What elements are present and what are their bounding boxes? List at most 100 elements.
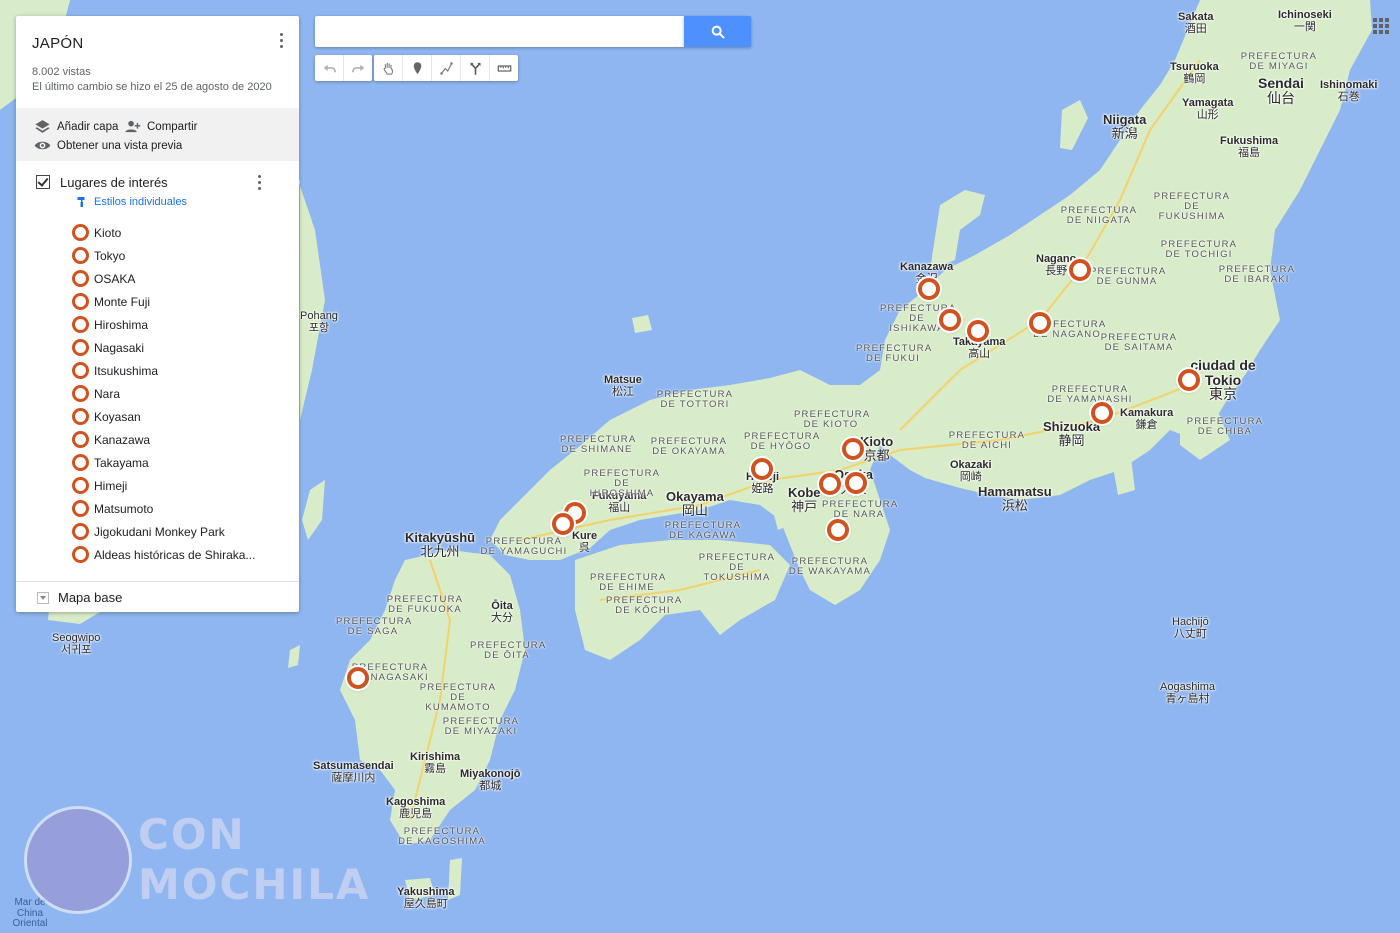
place-marker-jigokudani[interactable] <box>1069 259 1091 281</box>
preview-button[interactable]: Obtener una vista previa <box>34 137 182 154</box>
city-label: Pohang 포항 <box>300 310 338 334</box>
draw-line-button[interactable] <box>432 55 461 81</box>
list-item-place[interactable]: Monte Fuji <box>72 290 283 313</box>
city-kanji: 石巻 <box>1337 90 1360 103</box>
map-options-menu-icon[interactable] <box>271 30 291 50</box>
last-change: El último cambio se hizo el 25 de agosto… <box>32 81 272 93</box>
directions-button[interactable] <box>461 55 490 81</box>
place-marker-koyasan[interactable] <box>827 519 849 541</box>
place-marker-matsumoto[interactable] <box>1029 312 1051 334</box>
place-marker-kioto[interactable] <box>842 438 864 460</box>
place-label: Jigokudani Monkey Park <box>94 524 225 539</box>
list-item-place[interactable]: Hiroshima <box>72 313 283 336</box>
share-button[interactable]: Compartir <box>124 118 197 135</box>
watermark-line1: CON <box>138 810 246 859</box>
panel-actions: Añadir capa Compartir Obtener una vista … <box>16 108 299 161</box>
place-marker-kanazawa[interactable] <box>918 278 940 300</box>
city-kanji: 포항 <box>308 321 330 334</box>
city-name: Kanazawa <box>900 261 954 273</box>
place-label: OSAKA <box>94 271 136 286</box>
circle-marker-icon <box>72 293 89 310</box>
undo-button[interactable] <box>315 55 344 81</box>
city-label: Sakata 酒田 <box>1178 11 1214 35</box>
map-title[interactable]: JAPÓN <box>32 35 283 52</box>
city-kanji: 神戸 <box>791 498 818 514</box>
list-item-place[interactable]: Koyasan <box>72 405 283 428</box>
prefecture-label: PREFECTURA DE FUKUOKA <box>386 594 464 615</box>
expand-arrow-icon[interactable] <box>37 591 49 604</box>
circle-marker-icon <box>72 454 89 471</box>
search-button[interactable] <box>684 16 751 47</box>
apps-grid-icon[interactable] <box>1373 18 1389 34</box>
city-kanji: 酒田 <box>1184 22 1207 35</box>
list-item-place[interactable]: OSAKA <box>72 267 283 290</box>
city-kanji: 姫路 <box>751 482 774 495</box>
place-label: Tokyo <box>94 248 126 263</box>
prefecture-label: PREFECTURA DE TOKUSHIMA <box>698 552 776 583</box>
layer-visibility-checkbox[interactable] <box>36 175 50 189</box>
prefecture-label: PREFECTURA DE NARA <box>822 499 899 520</box>
prefecture-label: PREFECTURA DE AICHI <box>948 430 1026 451</box>
place-marker-fuji[interactable] <box>1091 402 1113 424</box>
list-item-place[interactable]: Itsukushima <box>72 359 283 382</box>
redo-button[interactable] <box>344 55 372 81</box>
place-label: Koyasan <box>94 409 141 424</box>
list-item-place[interactable]: Aldeas históricas de Shiraka... <box>72 543 283 566</box>
city-name: Sakata <box>1178 11 1214 23</box>
place-marker-osaka[interactable] <box>819 473 841 495</box>
list-item-place[interactable]: Matsumoto <box>72 497 283 520</box>
list-item-place[interactable]: Nara <box>72 382 283 405</box>
prefecture-label: PREFECTURA DE CHIBA <box>1186 416 1264 437</box>
list-item-place[interactable]: Kanazawa <box>72 428 283 451</box>
list-item-place[interactable]: Jigokudani Monkey Park <box>72 520 283 543</box>
city-kanji: 鎌倉 <box>1135 418 1158 431</box>
city-kanji: 山形 <box>1196 108 1219 121</box>
prefecture-label: PREFECTURA DE TOCHIGI <box>1160 239 1238 260</box>
list-item-place[interactable]: Kioto <box>72 221 283 244</box>
base-map-toggle[interactable]: Mapa base <box>16 581 299 613</box>
city-label: Yamagata 山形 <box>1182 97 1233 121</box>
add-marker-button[interactable] <box>403 55 432 81</box>
place-marker-tokyo[interactable] <box>1178 369 1200 391</box>
place-marker-shirakawa[interactable] <box>939 309 961 331</box>
prefecture-label: PREFECTURA DE HYŌGO <box>744 431 821 452</box>
list-item-place[interactable]: Himeji <box>72 474 283 497</box>
place-marker-takayama[interactable] <box>967 320 989 342</box>
list-item-place[interactable]: Takayama <box>72 451 283 474</box>
circle-marker-icon <box>72 385 89 402</box>
city-name: Pohang <box>300 310 338 322</box>
measure-button[interactable] <box>490 55 518 81</box>
watermark-line2: MOCHILA <box>138 860 371 909</box>
city-name: Okazaki <box>950 459 992 471</box>
city-name: Aogashima <box>1160 681 1216 693</box>
add-layer-label: Añadir capa <box>57 120 119 133</box>
layer-name[interactable]: Lugares de interés <box>60 175 168 190</box>
city-label: Hachijō 八丈町 <box>1172 616 1209 640</box>
circle-marker-icon <box>72 477 89 494</box>
place-label: Hiroshima <box>94 317 149 332</box>
circle-marker-icon <box>72 431 89 448</box>
list-item-place[interactable]: Nagasaki <box>72 336 283 359</box>
add-layer-button[interactable]: Añadir capa <box>34 118 118 135</box>
search-input[interactable] <box>315 16 684 47</box>
prefecture-label: PREFECTURA DE KAGAWA <box>664 520 742 541</box>
place-marker-himeji[interactable] <box>751 458 773 480</box>
city-label: Hamamatsu 浜松 <box>978 485 1052 512</box>
list-item-place[interactable]: Tokyo <box>72 244 283 267</box>
place-marker-nara[interactable] <box>845 472 867 494</box>
base-map-label: Mapa base <box>58 590 123 605</box>
prefecture-label: PREFECTURA DE MIYAGI <box>1240 51 1318 72</box>
layer-options-menu-icon[interactable] <box>249 172 269 192</box>
place-marker-itsukushima[interactable] <box>552 513 574 535</box>
city-name: Satsumasendai <box>313 760 394 772</box>
prefecture-label: PREFECTURA DE HIROSHIMA <box>583 468 661 499</box>
line-icon <box>439 61 453 75</box>
directions-icon <box>470 62 480 75</box>
select-tool-button[interactable] <box>374 55 403 81</box>
city-name: Hachijō <box>1172 616 1209 628</box>
city-name: Seogwipo <box>52 632 101 644</box>
city-label: Ishinomaki 石巻 <box>1320 79 1377 103</box>
prefecture-label: PREFECTURA DE YAMAGUCHI <box>480 536 568 557</box>
place-label: Kanazawa <box>94 432 151 447</box>
place-marker-nagasaki[interactable] <box>347 667 369 689</box>
